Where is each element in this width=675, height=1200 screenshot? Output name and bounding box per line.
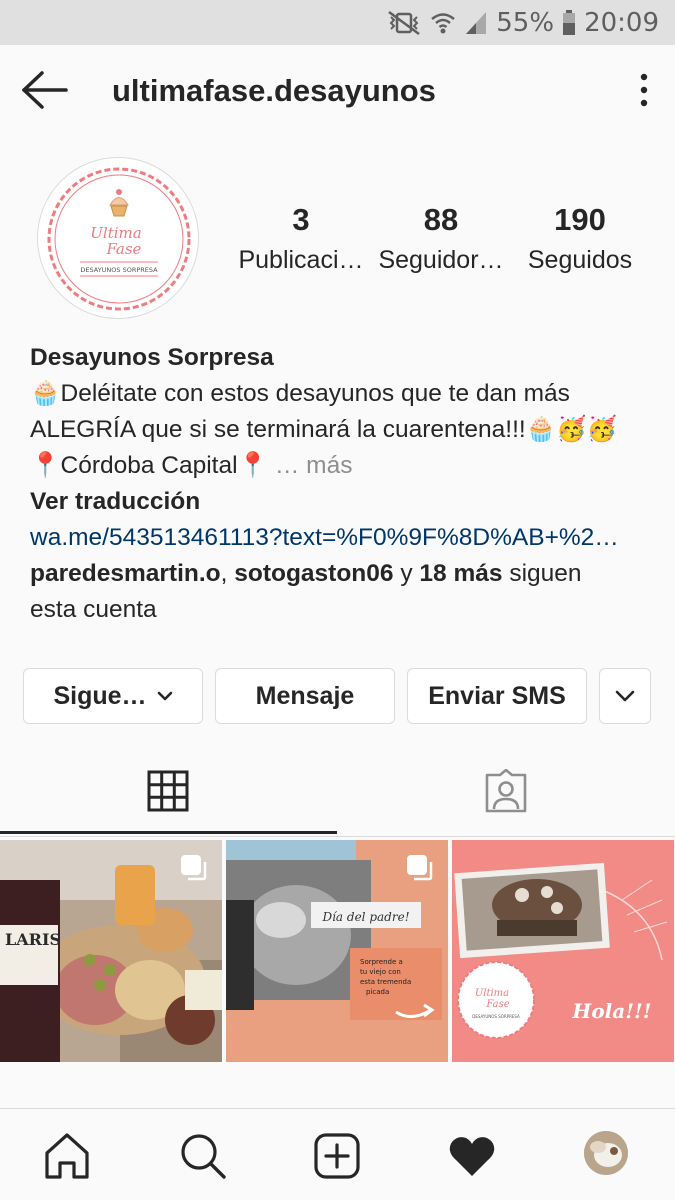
status-bar: 55% 20:09 bbox=[0, 0, 675, 45]
post3-greeting: Hola!!! bbox=[571, 999, 651, 1023]
grid-icon[interactable] bbox=[147, 770, 189, 812]
post-thumbnail-1[interactable]: LARIS bbox=[0, 840, 222, 1062]
back-arrow-icon[interactable] bbox=[20, 70, 70, 110]
profile-tab-avatar[interactable] bbox=[584, 1131, 628, 1175]
see-translation-link[interactable]: Ver traducción bbox=[30, 484, 650, 520]
search-icon[interactable] bbox=[178, 1131, 228, 1181]
post3-logo-line2: Fase bbox=[485, 999, 509, 1010]
posts-label: Publicaci… bbox=[238, 246, 364, 274]
username-title: ultimafase.desayunos bbox=[112, 73, 436, 108]
signal-icon bbox=[466, 12, 487, 34]
post2-line4: picada bbox=[366, 988, 389, 996]
logo-line2: Fase bbox=[106, 240, 142, 258]
battery-percent: 55% bbox=[496, 8, 555, 38]
wifi-icon bbox=[431, 13, 456, 34]
stat-following[interactable]: 190 Seguidos bbox=[505, 200, 655, 280]
multiple-photos-icon bbox=[181, 855, 207, 881]
active-tab-indicator bbox=[0, 831, 337, 834]
post3-logo-line1: Ultima bbox=[475, 988, 509, 999]
tagged-icon[interactable] bbox=[483, 769, 529, 813]
bio-location: 📍Córdoba Capital📍 bbox=[30, 452, 269, 479]
send-sms-button[interactable]: Enviar SMS bbox=[407, 668, 587, 724]
activity-heart-icon[interactable] bbox=[447, 1131, 497, 1181]
send-sms-button-label: Enviar SMS bbox=[428, 681, 566, 710]
hola-post: Ultima Fase DESAYUNOS SORPRESA Hola!!! bbox=[452, 840, 674, 1062]
profile-avatar-thumbnail bbox=[584, 1131, 628, 1175]
chevron-down-icon bbox=[615, 690, 635, 702]
display-name: Desayunos Sorpresa bbox=[30, 344, 274, 371]
more-options-icon[interactable] bbox=[637, 73, 651, 107]
followed-by-and: y bbox=[393, 560, 420, 587]
post-thumbnail-3[interactable]: Ultima Fase DESAYUNOS SORPRESA Hola!!! bbox=[452, 840, 674, 1062]
post2-line3: esta tremenda bbox=[360, 978, 411, 986]
post2-title: Día del padre! bbox=[321, 910, 409, 924]
brand-logo: Ultima Fase DESAYUNOS SORPRESA bbox=[47, 167, 191, 311]
bio-line-3: 📍Córdoba Capital📍 … más bbox=[30, 448, 650, 484]
bottom-navigation bbox=[0, 1108, 675, 1200]
stat-followers[interactable]: 88 Seguidor… bbox=[366, 200, 516, 280]
posts-count: 3 bbox=[292, 202, 310, 237]
stat-posts[interactable]: 3 Publicaci… bbox=[226, 200, 376, 280]
followed-by-suffix: siguen bbox=[502, 560, 582, 587]
post2-line1: Sorprende a bbox=[360, 958, 403, 966]
suggestions-toggle-button[interactable] bbox=[599, 668, 651, 724]
chevron-down-icon bbox=[157, 691, 172, 701]
bio-line-2: ALEGRÍA que si se terminará la cuarenten… bbox=[30, 416, 618, 443]
multiple-photos-icon bbox=[407, 855, 433, 881]
bio-line-1: 🧁Deléitate con estos desayunos que te da… bbox=[30, 380, 570, 407]
followed-by[interactable]: paredesmartin.o, sotogaston06 y 18 más s… bbox=[30, 556, 650, 592]
clock: 20:09 bbox=[584, 8, 659, 38]
following-button[interactable]: Sigue… bbox=[23, 668, 203, 724]
followed-by-more[interactable]: 18 más bbox=[419, 560, 502, 587]
logo-tagline: DESAYUNOS SORPRESA bbox=[80, 266, 158, 274]
followed-by-user-1[interactable]: paredesmartin.o bbox=[30, 560, 221, 587]
followers-label: Seguidor… bbox=[378, 246, 504, 274]
followed-by-line-2: esta cuenta bbox=[30, 596, 157, 623]
more-link[interactable]: … más bbox=[275, 452, 353, 479]
followed-by-separator: , bbox=[220, 560, 235, 587]
profile-bio: Desayunos Sorpresa 🧁Deléitate con estos … bbox=[30, 340, 650, 628]
profile-avatar[interactable]: Ultima Fase DESAYUNOS SORPRESA bbox=[37, 157, 199, 319]
bottle-label: LARIS bbox=[5, 930, 61, 949]
following-button-label: Sigue… bbox=[53, 681, 147, 710]
website-link[interactable]: wa.me/543513461113?text=%F0%9F%8D%AB+%2… bbox=[30, 520, 650, 556]
following-label: Seguidos bbox=[527, 246, 633, 274]
post-thumbnail-2[interactable]: Día del padre! Sorprende a tu viejo con … bbox=[226, 840, 448, 1062]
post2-line2: tu viejo con bbox=[360, 968, 401, 976]
battery-icon bbox=[563, 10, 576, 35]
following-count: 190 bbox=[554, 202, 606, 237]
vibrate-mute-icon bbox=[388, 10, 421, 36]
profile-header: ultimafase.desayunos bbox=[0, 45, 675, 137]
profile-tabs bbox=[0, 745, 675, 837]
new-post-icon[interactable] bbox=[312, 1131, 362, 1181]
message-button[interactable]: Mensaje bbox=[215, 668, 395, 724]
followers-count: 88 bbox=[423, 202, 459, 237]
message-button-label: Mensaje bbox=[255, 681, 355, 710]
post3-logo-tagline: DESAYUNOS SORPRESA bbox=[472, 1014, 520, 1019]
followed-by-user-2[interactable]: sotogaston06 bbox=[234, 560, 393, 587]
home-icon[interactable] bbox=[42, 1131, 92, 1181]
